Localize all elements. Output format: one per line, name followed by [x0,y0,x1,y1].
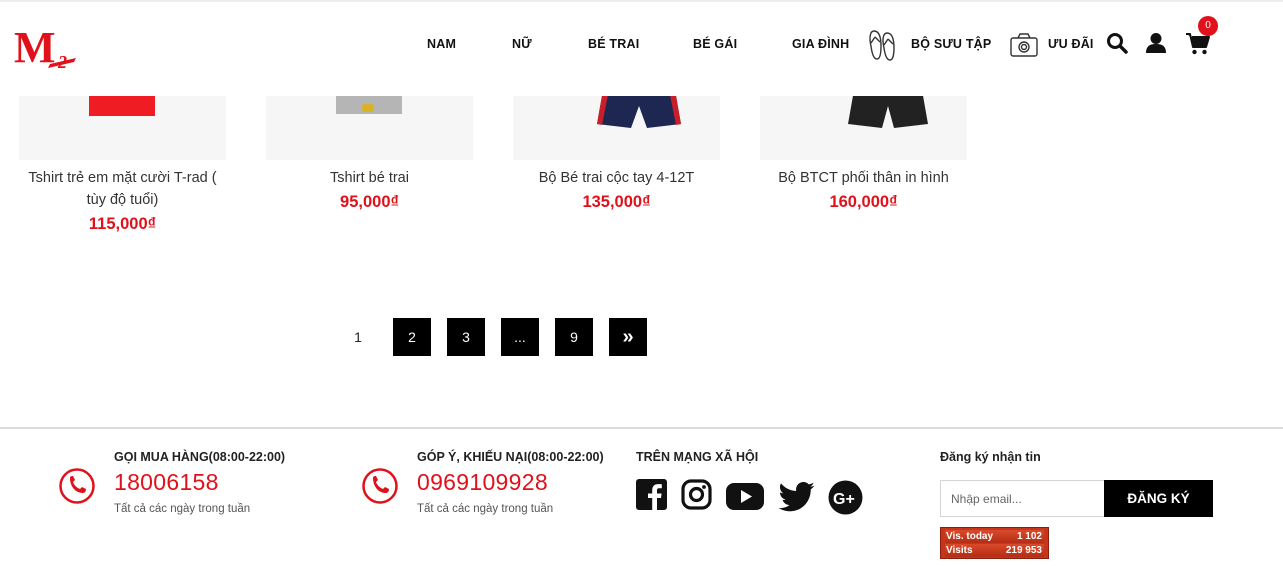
phone-icon [361,467,399,510]
svg-text:2: 2 [57,52,67,72]
newsletter-email-input[interactable] [940,480,1105,517]
feedback-hotline-title: GÓP Ý, KHIẾU NẠI(08:00-22:00) [417,450,604,464]
phone-icon [58,467,96,510]
flip-flops-icon[interactable] [868,28,902,67]
site-header: M 2 NAM NỮ BÉ TRAI BÉ GÁI GIA ĐÌNH BỘ SƯ… [0,0,1283,96]
product-price: 95,000₫ [340,193,399,211]
youtube-icon[interactable] [726,483,764,515]
social-title: TRÊN MẠNG XÃ HỘI [636,450,759,464]
counter-today-label: Vis. today [946,531,994,542]
cart-count-badge: 0 [1198,16,1218,36]
order-hotline-title: GỌI MUA HÀNG(08:00-22:00) [114,450,286,464]
nav-nam[interactable]: NAM [427,37,456,51]
svg-text:M: M [14,24,56,72]
counter-today-row: Vis. today 1 102 [945,530,1044,543]
google-plus-icon[interactable]: G+ [828,480,863,520]
page-current: 1 [354,329,362,345]
order-hotline-number[interactable]: 18006158 [114,469,219,496]
product-name[interactable]: Tshirt trẻ em mặt cười T-rad ( tùy độ tu… [19,167,226,211]
camera-icon[interactable] [1010,33,1038,62]
nav-gia-dinh[interactable]: GIA ĐÌNH [792,37,849,51]
page-link[interactable]: 2 [393,318,431,356]
page-link[interactable]: 3 [447,318,485,356]
footer-divider [0,427,1283,429]
newsletter-subscribe-button[interactable]: ĐĂNG KÝ [1104,480,1213,517]
page: Tshirt trẻ em mặt cười T-rad ( tùy độ tu… [0,0,1283,566]
product-name[interactable]: Bộ BTCT phối thân in hình [760,167,967,189]
counter-visits-row: Visits 219 953 [945,544,1044,557]
nav-be-gai[interactable]: BÉ GÁI [693,37,737,51]
product-name[interactable]: Bộ Bé trai cộc tay 4-12T [513,167,720,189]
site-logo[interactable]: M 2 [14,23,78,74]
cart-icon[interactable] [1185,32,1211,61]
page-link[interactable]: 9 [555,318,593,356]
counter-visits-label: Visits [946,545,973,556]
visitor-counter: Vis. today 1 102 Visits 219 953 [940,527,1049,559]
nav-be-trai[interactable]: BÉ TRAI [588,37,639,51]
product-price: 160,000₫ [829,193,898,211]
product-name[interactable]: Tshirt bé trai [266,167,473,189]
product-price: 135,000₫ [582,193,651,211]
next-page-button[interactable]: » [609,318,647,356]
feedback-hotline-note: Tất cả các ngày trong tuần [417,503,554,515]
twitter-icon[interactable] [778,482,815,517]
feedback-hotline-number[interactable]: 0969109928 [417,469,548,496]
product-price: 115,000₫ [88,215,157,233]
newsletter-title: Đăng ký nhận tin [940,450,1041,464]
instagram-icon[interactable] [681,479,712,515]
nav-nu[interactable]: NỮ [512,37,532,51]
nav-uu-dai[interactable]: ƯU ĐÃI [1048,37,1094,51]
order-hotline-note: Tất cả các ngày trong tuần [114,503,251,515]
user-icon[interactable] [1145,32,1167,59]
counter-visits-value: 219 953 [1005,545,1042,556]
nav-bo-suu-tap[interactable]: BỘ SƯU TẬP [911,37,991,51]
svg-text:G+: G+ [833,491,855,508]
facebook-icon[interactable] [636,479,667,515]
page-ellipsis: ... [501,318,539,356]
search-icon[interactable] [1106,32,1128,59]
counter-today-value: 1 102 [1016,531,1042,542]
